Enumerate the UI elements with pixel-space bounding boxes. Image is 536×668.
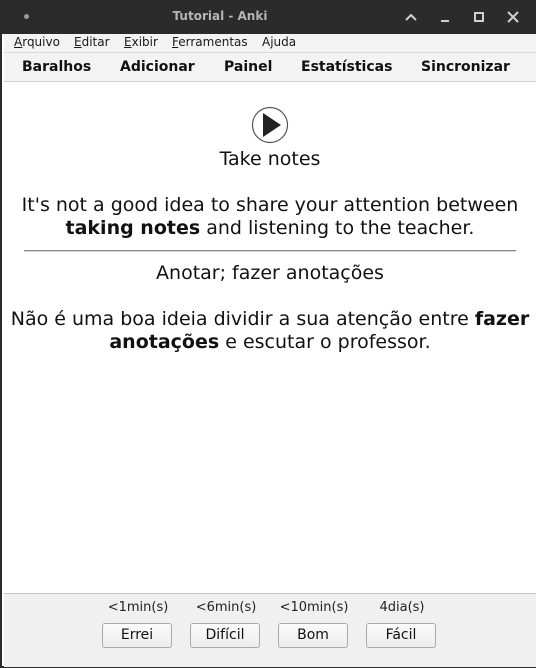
title-bar: Tutorial - Anki [2, 0, 536, 34]
toolbar-browse-link[interactable]: Painel [224, 59, 272, 75]
sentence-text: Não é uma boa ideia dividir a sua atençã… [10, 308, 475, 330]
toolbar-decks-link[interactable]: Baralhos [22, 59, 91, 75]
menu-exibir[interactable]: Exibir [124, 35, 158, 49]
sentence-text: and listening to the teacher. [200, 217, 475, 239]
shade-button[interactable] [401, 7, 421, 27]
toolbar-add-link[interactable]: Adicionar [120, 59, 195, 75]
menu-ferramentas[interactable]: Ferramentas [172, 35, 248, 49]
maximize-button[interactable] [469, 7, 489, 27]
minimize-button[interactable] [435, 7, 455, 27]
answer-bar: <1min(s) <6min(s) <10min(s) 4dia(s) Erre… [4, 593, 536, 667]
card-view: Take notes It's not a good idea to share… [4, 82, 536, 593]
toolbar-sync-link[interactable]: Sincronizar [421, 59, 510, 75]
play-icon [251, 106, 289, 144]
anki-window: Tutorial - Anki Arquivo Editar Exibir Fe… [0, 0, 536, 668]
interval-good: <10min(s) [279, 600, 349, 615]
menu-arquivo[interactable]: Arquivo [14, 35, 60, 49]
menu-accel: A [14, 35, 23, 49]
maximize-icon [474, 12, 484, 22]
card-front-sentence: It's not a good idea to share your atten… [4, 194, 536, 240]
close-icon [507, 11, 519, 23]
menu-editar[interactable]: Editar [74, 35, 110, 49]
sentence-text: e escutar o professor. [219, 331, 431, 353]
chevron-up-icon [405, 13, 417, 21]
menu-label: rquivo [22, 35, 60, 49]
answer-again-button[interactable]: Errei [102, 623, 172, 648]
sentence-text: It's not a good idea to share your atten… [21, 194, 519, 216]
close-button[interactable] [503, 7, 523, 27]
menu-accel: E [74, 35, 82, 49]
menu-bar: Arquivo Editar Exibir Ferramentas Ajuda [4, 34, 536, 53]
answer-divider [24, 250, 516, 252]
minimize-icon [441, 20, 449, 22]
answer-good-button[interactable]: Bom [278, 623, 348, 648]
menu-label: Ajuda [262, 35, 297, 49]
toolbar-stats-link[interactable]: Estatísticas [301, 59, 392, 75]
card-front-word: Take notes [219, 148, 321, 170]
menu-label: erramentas [178, 35, 248, 49]
menu-accel: E [124, 35, 132, 49]
interval-easy: 4dia(s) [379, 600, 425, 615]
menu-label: xibir [131, 35, 158, 49]
card-back-sentence: Não é uma boa ideia dividir a sua atençã… [4, 308, 536, 354]
answer-hard-button[interactable]: Difícil [190, 623, 260, 648]
interval-hard: <6min(s) [195, 600, 257, 615]
top-toolbar: Baralhos Adicionar Painel Estatísticas S… [4, 53, 536, 82]
card-back-word: Anotar; fazer anotações [156, 262, 384, 284]
interval-again: <1min(s) [107, 600, 169, 615]
menu-ajuda[interactable]: Ajuda [262, 35, 296, 49]
window-title: Tutorial - Anki [172, 9, 268, 23]
sentence-highlight: taking notes [65, 217, 201, 239]
answer-easy-button[interactable]: Fácil [366, 623, 436, 648]
menu-label: ditar [81, 35, 110, 49]
replay-audio-button[interactable] [251, 106, 289, 144]
